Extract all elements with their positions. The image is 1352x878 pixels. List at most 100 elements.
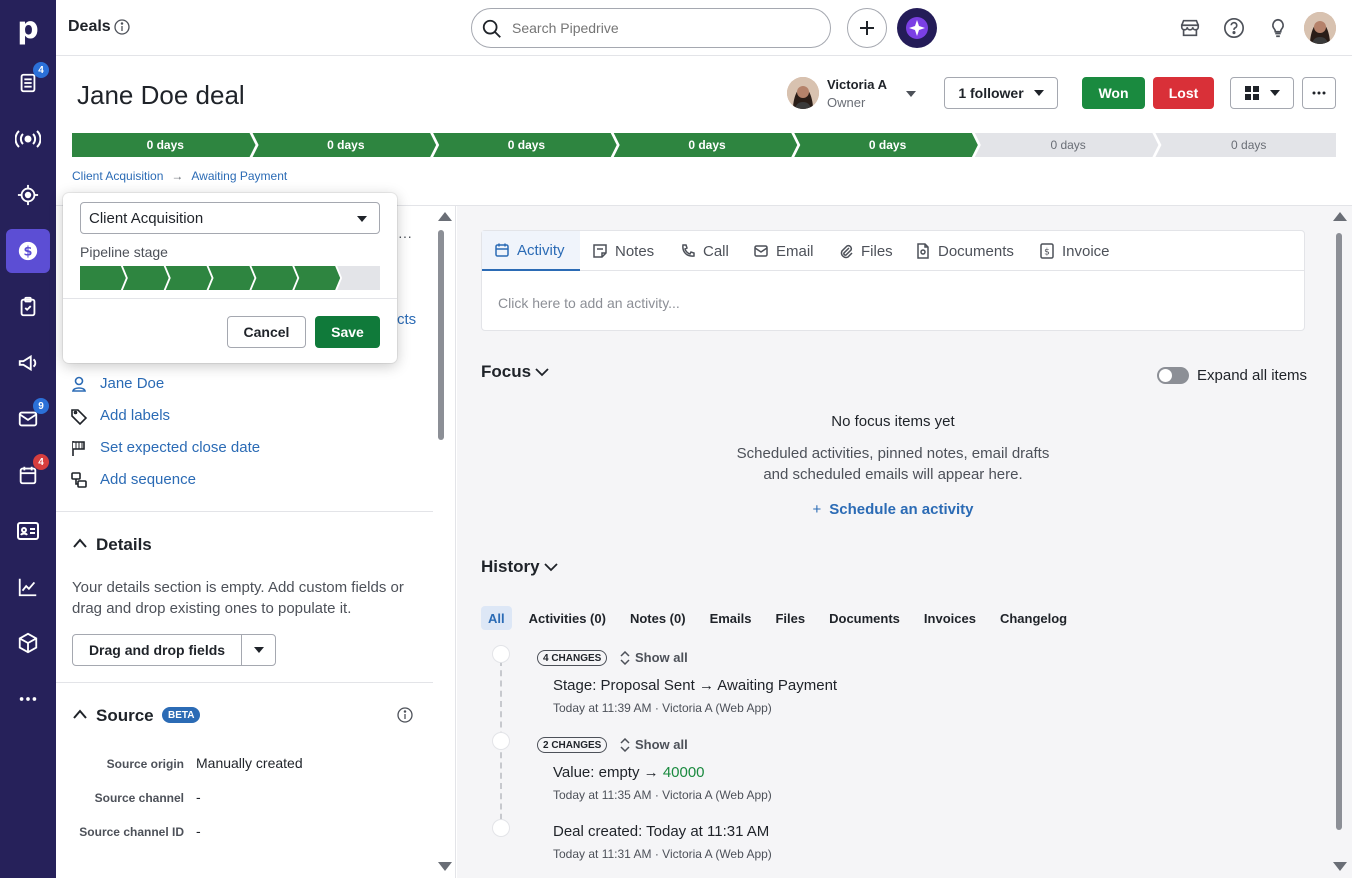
stage-picker-segment[interactable] [294, 266, 341, 290]
stage-picker-segment[interactable] [208, 266, 255, 290]
breadcrumb-pipeline[interactable]: Client Acquisition [72, 169, 163, 183]
stage-picker-segment[interactable] [122, 266, 169, 290]
left-panel-scrollbar[interactable] [438, 230, 444, 440]
scroll-down-icon[interactable] [1333, 862, 1347, 871]
expand-all-toggle[interactable] [1157, 367, 1189, 384]
nav-campaigns[interactable] [6, 341, 50, 385]
nav-leads[interactable]: 4 [6, 61, 50, 105]
owner-name[interactable]: Victoria A [827, 77, 887, 92]
tab-documents[interactable]: Documents [903, 231, 1026, 271]
show-all-button[interactable]: Show all [620, 650, 688, 665]
add-labels-link[interactable]: Add labels [100, 407, 170, 424]
nav-contacts[interactable] [6, 509, 50, 553]
target-icon [17, 184, 39, 206]
tab-files[interactable]: Files [826, 231, 905, 271]
scroll-up-icon[interactable] [1333, 212, 1347, 221]
stage-picker[interactable] [80, 266, 380, 290]
cancel-button[interactable]: Cancel [227, 316, 306, 348]
search-box[interactable] [471, 8, 831, 48]
close-date-link[interactable]: Set expected close date [100, 439, 260, 456]
nav-insights[interactable] [6, 565, 50, 609]
stage-duration-label: 0 days [1231, 138, 1266, 152]
search-input[interactable] [512, 18, 812, 38]
history-tab-all[interactable]: All [481, 606, 512, 630]
scroll-up-icon[interactable] [438, 212, 452, 221]
timeline-dot [492, 732, 510, 750]
tab-invoice[interactable]: $ Invoice [1027, 231, 1122, 271]
stage-picker-segment[interactable] [251, 266, 298, 290]
tab-notes[interactable]: Notes [580, 231, 666, 271]
add-activity-placeholder[interactable]: Click here to add an activity... [498, 295, 680, 311]
drag-drop-dropdown-button[interactable] [241, 634, 276, 666]
history-tab-activities[interactable]: Activities (0) [521, 606, 614, 630]
drag-drop-fields-button[interactable]: Drag and drop fields [72, 634, 242, 666]
tab-files-label: Files [861, 242, 893, 260]
ai-assistant-button[interactable] [897, 8, 937, 48]
megaphone-icon [18, 354, 37, 372]
history-meta: Today at 11:35 AM · Victoria A (Web App) [553, 788, 772, 802]
tab-call[interactable]: Call [668, 231, 741, 271]
history-tab-emails[interactable]: Emails [702, 606, 760, 630]
add-sequence-link[interactable]: Add sequence [100, 471, 196, 488]
show-all-button[interactable]: Show all [620, 737, 688, 752]
right-panel-scrollbar[interactable] [1336, 233, 1342, 830]
source-origin-value[interactable]: Manually created [196, 755, 303, 771]
tab-email[interactable]: Email [741, 231, 826, 271]
nav-broadcast[interactable] [6, 117, 50, 161]
chevron-up-icon[interactable] [72, 708, 88, 720]
section-menu-icon[interactable]: ··· [398, 228, 412, 244]
nav-products[interactable] [6, 621, 50, 665]
breadcrumb-stage[interactable]: Awaiting Payment [191, 169, 287, 183]
calendar-icon [495, 243, 509, 257]
lost-button[interactable]: Lost [1153, 77, 1214, 109]
nav-calendar[interactable]: 4 [6, 453, 50, 497]
add-button[interactable] [847, 8, 887, 48]
history-section-title[interactable]: History [481, 557, 558, 577]
nav-more[interactable] [6, 677, 50, 721]
show-all-label: Show all [635, 737, 688, 752]
stage-picker-segment[interactable] [80, 266, 126, 290]
source-channel-id-value[interactable]: - [196, 823, 201, 839]
history-title-label: History [481, 557, 540, 576]
tips-button[interactable] [1266, 16, 1290, 40]
info-icon[interactable] [397, 707, 413, 723]
trend-chart-icon [18, 578, 37, 597]
stage-picker-segment[interactable] [337, 266, 380, 290]
person-link[interactable]: Jane Doe [100, 375, 164, 392]
focus-section-title[interactable]: Focus [481, 362, 549, 382]
nav-activities[interactable] [6, 285, 50, 329]
history-tab-changelog[interactable]: Changelog [992, 606, 1075, 630]
user-avatar[interactable] [1304, 12, 1336, 44]
deal-title[interactable]: Jane Doe deal [77, 80, 245, 111]
history-tab-invoices[interactable]: Invoices [916, 606, 984, 630]
pipedrive-logo[interactable]: p [0, 0, 56, 56]
history-tab-documents[interactable]: Documents [821, 606, 908, 630]
info-icon[interactable] [114, 19, 130, 35]
chevron-up-icon[interactable] [72, 537, 88, 549]
help-icon [1224, 18, 1244, 38]
partial-link[interactable]: cts [397, 311, 416, 328]
scroll-down-icon[interactable] [438, 862, 452, 871]
save-button[interactable]: Save [315, 316, 380, 348]
history-tab-notes[interactable]: Notes (0) [622, 606, 694, 630]
tab-activity[interactable]: Activity [482, 231, 580, 271]
details-section-title[interactable]: Details [96, 535, 152, 555]
source-section-title[interactable]: Source [96, 706, 154, 726]
followers-button[interactable]: 1 follower [944, 77, 1058, 109]
nav-mail[interactable]: 9 [6, 397, 50, 441]
owner-dropdown-icon[interactable] [905, 90, 917, 98]
nav-target[interactable] [6, 173, 50, 217]
pipeline-select[interactable]: Client Acquisition [80, 202, 380, 234]
nav-deals[interactable]: $ [6, 229, 50, 273]
help-button[interactable] [1222, 16, 1246, 40]
won-button[interactable]: Won [1082, 77, 1145, 109]
history-tab-files[interactable]: Files [767, 606, 813, 630]
view-switcher-button[interactable] [1230, 77, 1294, 109]
left-nav: p 4 $ 9 4 [0, 0, 56, 878]
schedule-activity-link[interactable]: + Schedule an activity [481, 501, 1305, 518]
section-divider [56, 682, 433, 683]
marketplace-button[interactable] [1178, 16, 1202, 40]
source-channel-value[interactable]: - [196, 789, 201, 805]
stage-picker-segment[interactable] [165, 266, 212, 290]
more-actions-button[interactable] [1302, 77, 1336, 109]
